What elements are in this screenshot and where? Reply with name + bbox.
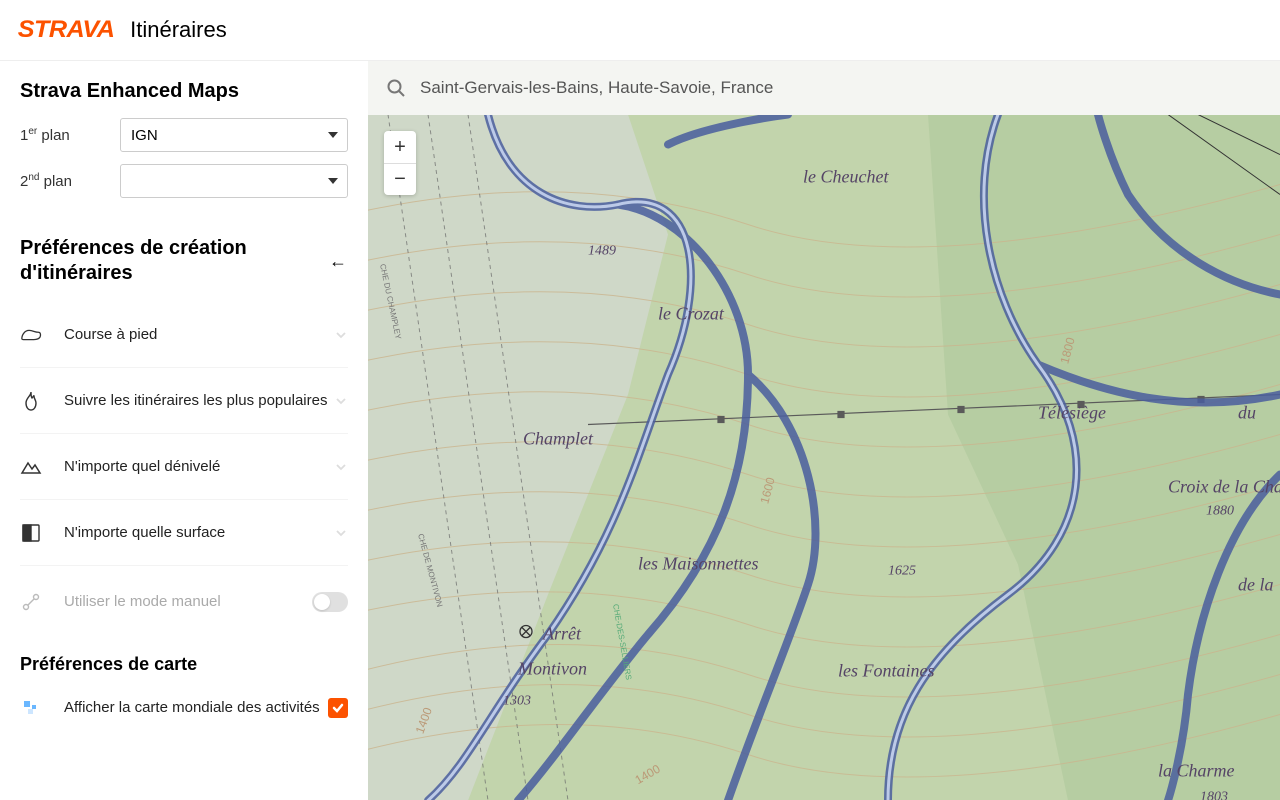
heatmap-row[interactable]: Afficher la carte mondiale des activités <box>20 693 348 723</box>
chevron-down-icon <box>334 394 348 408</box>
flame-icon <box>20 390 42 412</box>
elev-1303: 1303 <box>503 694 531 709</box>
surface-option[interactable]: N'importe quelle surface <box>20 500 348 566</box>
zoom-controls: + − <box>384 131 416 195</box>
popularity-label: Suivre les itinéraires les plus populair… <box>64 391 334 411</box>
elev-1880: 1880 <box>1206 504 1234 519</box>
elev-1625: 1625 <box>888 564 916 579</box>
heatmap-checkbox[interactable] <box>328 698 348 718</box>
search-icon <box>386 78 406 98</box>
manual-mode-toggle[interactable] <box>312 592 348 612</box>
manual-icon <box>20 591 42 613</box>
map-prefs-title: Préférences de carte <box>20 654 348 675</box>
map-label-du: du <box>1238 403 1256 423</box>
elev-1803: 1803 <box>1200 790 1228 800</box>
map-label-le-crozat: le Crozat <box>658 304 725 324</box>
map-label-la-charme: la Charme <box>1158 761 1235 781</box>
zoom-in-button[interactable]: + <box>384 131 416 163</box>
chevron-down-icon <box>334 328 348 342</box>
collapse-sidebar-button[interactable]: ← <box>325 247 348 276</box>
page-title: Itinéraires <box>130 17 227 43</box>
maps-section-title: Strava Enhanced Maps <box>20 79 348 104</box>
search-bar <box>368 61 1280 115</box>
heatmap-label: Afficher la carte mondiale des activités <box>64 698 320 718</box>
elevation-label: N'importe quel dénivelé <box>64 457 334 477</box>
search-input[interactable] <box>420 78 1262 98</box>
activity-type-label: Course à pied <box>64 325 334 345</box>
map-label-champlet: Champlet <box>523 429 594 449</box>
elev-1489: 1489 <box>588 244 616 259</box>
map-label-le-cheuchet: le Cheuchet <box>803 167 889 187</box>
manual-mode-label: Utiliser le mode manuel <box>64 592 312 612</box>
sidebar: Strava Enhanced Maps 1er plan IGN 2nd pl… <box>0 60 368 800</box>
map-area[interactable]: + − <box>368 60 1280 800</box>
map-label-les-maisonnettes: les Maisonnettes <box>638 554 758 574</box>
chevron-down-icon <box>334 526 348 540</box>
plan1-select[interactable]: IGN <box>120 118 348 152</box>
plan2-label: 2nd plan <box>20 172 120 190</box>
run-icon <box>20 324 42 346</box>
strava-logo[interactable]: STRAVA <box>18 16 115 44</box>
map-canvas[interactable]: le Cheuchet le Crozat Champlet Télésiège… <box>368 115 1280 800</box>
map-label-arret: Arrêt <box>542 624 582 644</box>
surface-icon <box>20 522 42 544</box>
activity-type-option[interactable]: Course à pied <box>20 302 348 368</box>
plan1-row: 1er plan IGN <box>20 118 348 152</box>
surface-label: N'importe quelle surface <box>64 523 334 543</box>
chevron-down-icon <box>334 460 348 474</box>
map-label-montivon: Montivon <box>517 659 587 679</box>
heatmap-icon <box>20 697 42 719</box>
app-header: STRAVA Itinéraires <box>0 0 1280 60</box>
popularity-option[interactable]: Suivre les itinéraires les plus populair… <box>20 368 348 434</box>
elevation-option[interactable]: N'importe quel dénivelé <box>20 434 348 500</box>
plan2-row: 2nd plan <box>20 164 348 198</box>
plan2-select[interactable] <box>120 164 348 198</box>
map-label-croix: Croix de la Cha <box>1168 477 1280 497</box>
manual-mode-row: Utiliser le mode manuel <box>20 566 348 632</box>
map-label-les-fontaines: les Fontaines <box>838 661 935 681</box>
map-label-de-la: de la <box>1238 575 1274 595</box>
zoom-out-button[interactable]: − <box>384 163 416 195</box>
mountain-icon <box>20 456 42 478</box>
route-prefs-title: Préférences de création d'itinéraires <box>20 236 325 286</box>
plan1-label: 1er plan <box>20 126 120 144</box>
map-label-telesiege: Télésiège <box>1038 403 1106 423</box>
